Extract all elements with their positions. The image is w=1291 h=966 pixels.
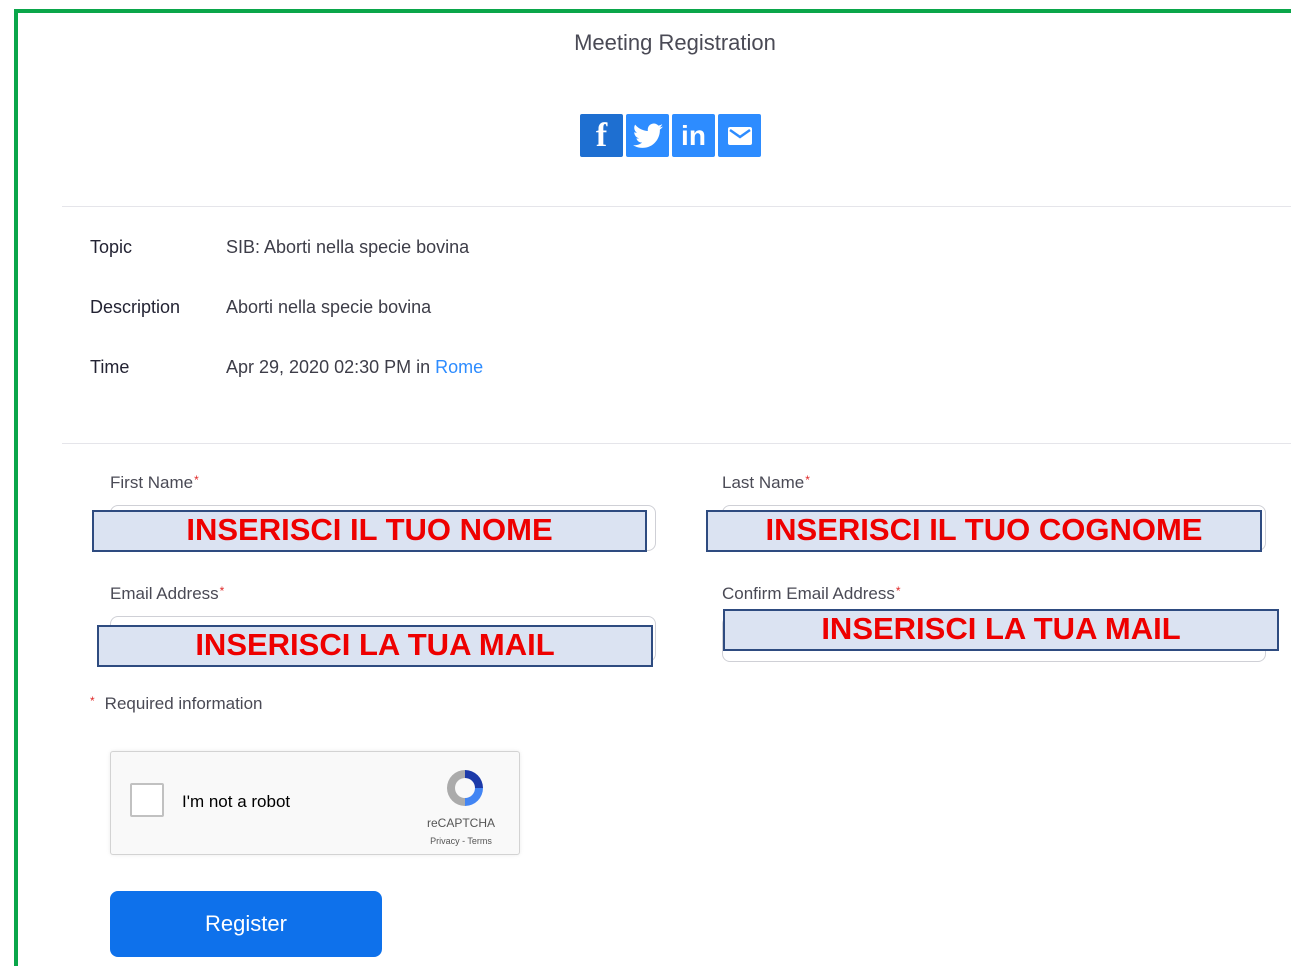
frame-border-top [14, 9, 1291, 13]
required-star: * [219, 584, 225, 598]
timezone-link[interactable]: Rome [435, 357, 483, 377]
first-name-instruction-overlay: INSERISCI IL TUO NOME [92, 510, 647, 552]
required-information-note: * Required information [90, 694, 262, 714]
time-row: Time Apr 29, 2020 02:30 PM in Rome [90, 357, 483, 378]
envelope-icon [727, 126, 752, 145]
description-label: Description [90, 297, 181, 317]
register-button[interactable]: Register [110, 891, 382, 957]
first-name-label-text: First Name [110, 473, 194, 492]
facebook-share-button[interactable]: f [580, 114, 623, 157]
first-name-label: First Name* [110, 473, 199, 493]
email-label: Email Address* [110, 584, 224, 604]
description-value: Aborti nella specie bovina [226, 297, 432, 317]
email-instruction-overlay: INSERISCI LA TUA MAIL [97, 625, 653, 667]
share-bar: f in [580, 114, 761, 157]
topic-row: Topic SIB: Aborti nella specie bovina [90, 237, 469, 258]
linkedin-icon: in [681, 119, 706, 151]
twitter-share-button[interactable] [626, 114, 669, 157]
last-name-label: Last Name* [722, 473, 810, 493]
divider [62, 206, 1291, 207]
frame-border-left [14, 9, 18, 966]
recaptcha-terms-links[interactable]: Privacy - Terms [411, 836, 511, 846]
topic-value: SIB: Aborti nella specie bovina [226, 237, 470, 257]
required-star: * [805, 473, 810, 487]
confirm-email-instruction-overlay: INSERISCI LA TUA MAIL [723, 609, 1279, 651]
email-share-button[interactable] [718, 114, 761, 157]
required-star: * [90, 694, 95, 708]
recaptcha-label: I'm not a robot [182, 792, 291, 811]
required-note-text: Required information [104, 694, 263, 713]
divider [62, 443, 1291, 444]
confirm-email-label-text: Confirm Email Address [722, 584, 895, 603]
recaptcha-widget: I'm not a robot reCAPTCHA Privacy - Term… [110, 751, 520, 855]
required-star: * [895, 584, 901, 598]
page-title: Meeting Registration [574, 30, 776, 55]
confirm-email-label: Confirm Email Address* [722, 584, 901, 604]
recaptcha-logo-icon [447, 770, 483, 806]
linkedin-share-button[interactable]: in [672, 114, 715, 157]
twitter-icon [632, 123, 663, 148]
required-star: * [194, 473, 199, 487]
last-name-label-text: Last Name [722, 473, 805, 492]
topic-label: Topic [90, 237, 133, 257]
recaptcha-checkbox[interactable] [130, 783, 164, 817]
facebook-icon: f [595, 116, 608, 154]
time-value: Apr 29, 2020 02:30 PM in Rome [226, 357, 483, 378]
last-name-instruction-overlay: INSERISCI IL TUO COGNOME [706, 510, 1262, 552]
time-text: Apr 29, 2020 02:30 PM in [226, 357, 431, 377]
email-label-text: Email Address [110, 584, 219, 603]
description-row: Description Aborti nella specie bovina [90, 297, 431, 318]
recaptcha-brand: reCAPTCHA [426, 816, 495, 830]
time-label: Time [90, 357, 130, 377]
